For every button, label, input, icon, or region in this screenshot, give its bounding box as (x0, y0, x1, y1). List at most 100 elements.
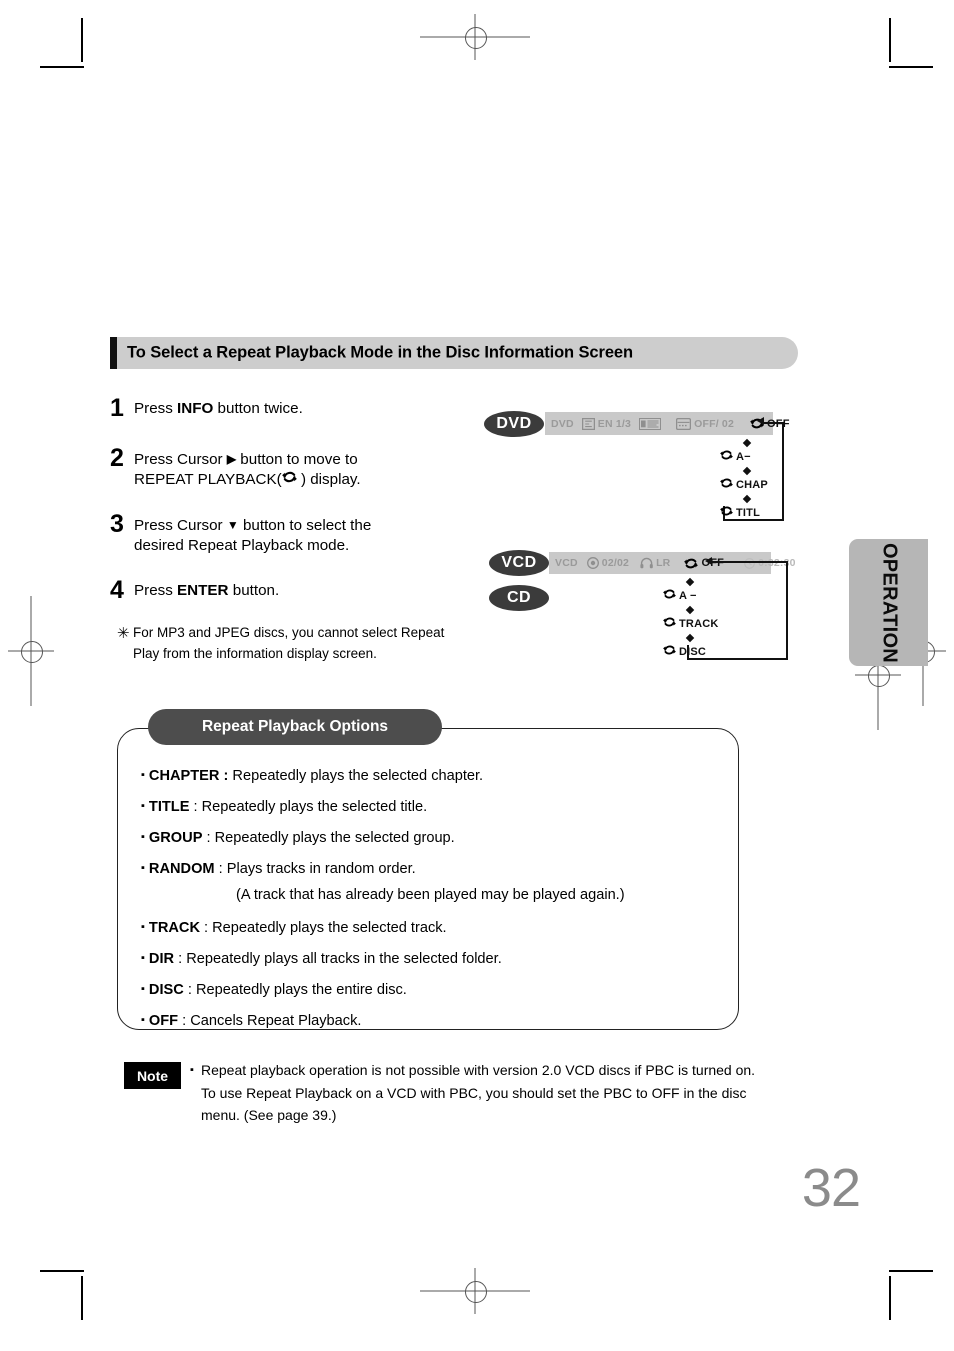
crop-mark-top-left-horizontal (40, 66, 84, 68)
vcd-option-a-b: A − (663, 587, 719, 604)
option-desc-group: : Repeatedly plays the selected group. (202, 830, 455, 846)
repeat-options-pill: Repeat Playback Options (148, 709, 442, 745)
track-icon (586, 557, 599, 569)
dvd-loop-line-right (782, 422, 784, 521)
note-line-2: To use Repeat Playback on a VCD with PBC… (201, 1084, 747, 1101)
dvd-flow-arrow-3 (720, 493, 768, 504)
option-term-disc: DISC (148, 982, 184, 998)
crop-mark-top-right-vertical (889, 18, 891, 62)
step-3-number: 3 (110, 510, 124, 539)
bullet-icon: ▪ (190, 1064, 194, 1076)
vcd-osd-disc-type: VCD (555, 557, 578, 569)
vcd-osd-track-label: 02/02 (601, 557, 630, 569)
option-item-title: ▪ TITLE : Repeatedly plays the selected t… (141, 791, 741, 822)
option-term-dir: DIR (148, 951, 175, 967)
crop-mark-top-left-vertical (81, 18, 83, 62)
instruction-steps: 1 Press INFO button twice. 2 Press Curso… (110, 396, 485, 603)
registration-mark-bottom (420, 1268, 530, 1314)
option-item-disc: ▪ DISC : Repeatedly plays the entire disc… (141, 974, 741, 1005)
page-number: 32 (801, 1158, 861, 1218)
note-badge-label: Note (136, 1067, 169, 1084)
step-3-post: button to select the (238, 517, 372, 535)
disc-badge-cd-label: CD (506, 589, 532, 606)
dvd-osd-angle: OFF/ 02 (676, 417, 734, 430)
vcd-repeat-options: A − TRACK DISC (663, 576, 719, 660)
dvd-option-a-b-label: A− (736, 450, 751, 463)
page-title: To Select a Repeat Playback Mode in the … (127, 343, 633, 362)
repeat-options-list: ▪ CHAPTER : Repeatedly plays the selected… (141, 760, 741, 1036)
vcd-flow-arrow-3 (663, 632, 719, 643)
vcd-osd-audio: LR (640, 557, 670, 569)
dvd-repeat-options: A− CHAP TITL (720, 437, 768, 521)
step-1-number: 1 (110, 394, 124, 422)
vcd-option-disc-label: DISC (679, 645, 707, 658)
repeat-icon (720, 505, 733, 520)
footnote: ✳ For MP3 and JPEG discs, you cannot sel… (117, 622, 497, 664)
vcd-flow-arrow-1 (663, 576, 719, 587)
step-1-text: Press INFO button twice. (134, 396, 303, 419)
option-term-off: OFF (148, 1013, 179, 1029)
option-item-chapter: ▪ CHAPTER : Repeatedly plays the selected… (141, 760, 741, 791)
repeat-icon (720, 477, 733, 492)
repeat-icon (663, 588, 676, 603)
bullet-icon: ▪ (141, 831, 145, 843)
option-desc-disc: : Repeatedly plays the entire disc. (183, 982, 407, 998)
repeat-icon (663, 644, 676, 659)
disc-badge-vcd: VCD (489, 550, 549, 576)
repeat-icon (663, 616, 676, 631)
vcd-loop-arrowhead (705, 557, 712, 565)
step-2-line2-pre: REPEAT PLAYBACK( (134, 471, 282, 489)
section-header: To Select a Repeat Playback Mode in the … (110, 337, 798, 369)
option-desc-title: : Repeatedly plays the selected title. (189, 799, 428, 815)
option-term-group: GROUP (148, 830, 203, 846)
step-4-pre: Press (134, 582, 178, 600)
option-term-random: RANDOM (148, 861, 215, 877)
option-desc-off: : Cancels Repeat Playback. (178, 1013, 362, 1029)
bullet-icon: ▪ (141, 769, 145, 781)
crop-mark-bottom-right-vertical (889, 1276, 891, 1320)
dvd-option-chapter: CHAP (720, 476, 768, 493)
option-item-dir: ▪ DIR : Repeatedly plays all tracks in th… (141, 943, 741, 974)
repeat-icon (720, 449, 733, 464)
footnote-line-1: For MP3 and JPEG discs, you cannot selec… (133, 625, 445, 640)
section-header-accent (110, 337, 117, 369)
vcd-flow-arrow-2 (663, 604, 719, 615)
cursor-right-icon: ▶ (226, 452, 237, 466)
dvd-osd-disc-type: DVD (551, 418, 574, 430)
vcd-osd-bar: VCD 02/02 LR OFF 0:32:30 (549, 552, 795, 574)
step-3-pre: Press Cursor (134, 517, 227, 535)
vcd-osd-audio-label: LR (656, 557, 671, 569)
crop-mark-bottom-right-horizontal (889, 1270, 933, 1272)
option-desc-dir: : Repeatedly plays all tracks in the sel… (174, 951, 502, 967)
dvd-osd-subtitle: EN 1/3 (581, 417, 631, 430)
dvd-osd-audio (639, 417, 664, 430)
step-4-post: button. (228, 582, 280, 600)
audio-icon (640, 557, 653, 569)
dvd-flow-arrow-1 (720, 437, 768, 448)
note-line-1: Repeat playback operation is not possibl… (201, 1062, 756, 1078)
registration-mark-top (420, 14, 530, 60)
bullet-icon: ▪ (141, 800, 145, 812)
repeat-icon (684, 557, 699, 570)
bullet-icon: ▪ (141, 1014, 145, 1026)
repeat-options-pill-label: Repeat Playback Options (201, 718, 389, 735)
option-item-track: ▪ TRACK : Repeatedly plays the selected t… (141, 912, 741, 943)
chapter-side-tab: OPERATION (849, 539, 928, 666)
dvd-option-title-label: TITL (736, 506, 761, 519)
vcd-loop-line-top (710, 561, 788, 563)
dvd-flow-arrow-2 (720, 465, 768, 476)
crop-mark-bottom-left-vertical (81, 1276, 83, 1320)
option-item-off: ▪ OFF : Cancels Repeat Playback. (141, 1005, 741, 1036)
footnote-marker: ✳ (117, 625, 130, 642)
dvd-osd-bar: DVD EN 1/3 OFF/ 02 OFF (545, 412, 789, 435)
step-4-text: Press ENTER button. (134, 578, 279, 601)
step-2-line2-post: ) display. (296, 471, 361, 489)
step-4-number: 4 (110, 576, 124, 605)
dvd-option-title: TITL (720, 504, 768, 521)
dvd-option-a-b: A− (720, 448, 768, 465)
bullet-icon: ▪ (141, 921, 145, 933)
dvd-osd-disc-type-label: DVD (551, 417, 574, 430)
vcd-osd-time-label: 0:32:30 (758, 557, 796, 569)
step-4-keyword: ENTER (177, 582, 229, 600)
vcd-osd-track: 02/02 (586, 557, 630, 569)
